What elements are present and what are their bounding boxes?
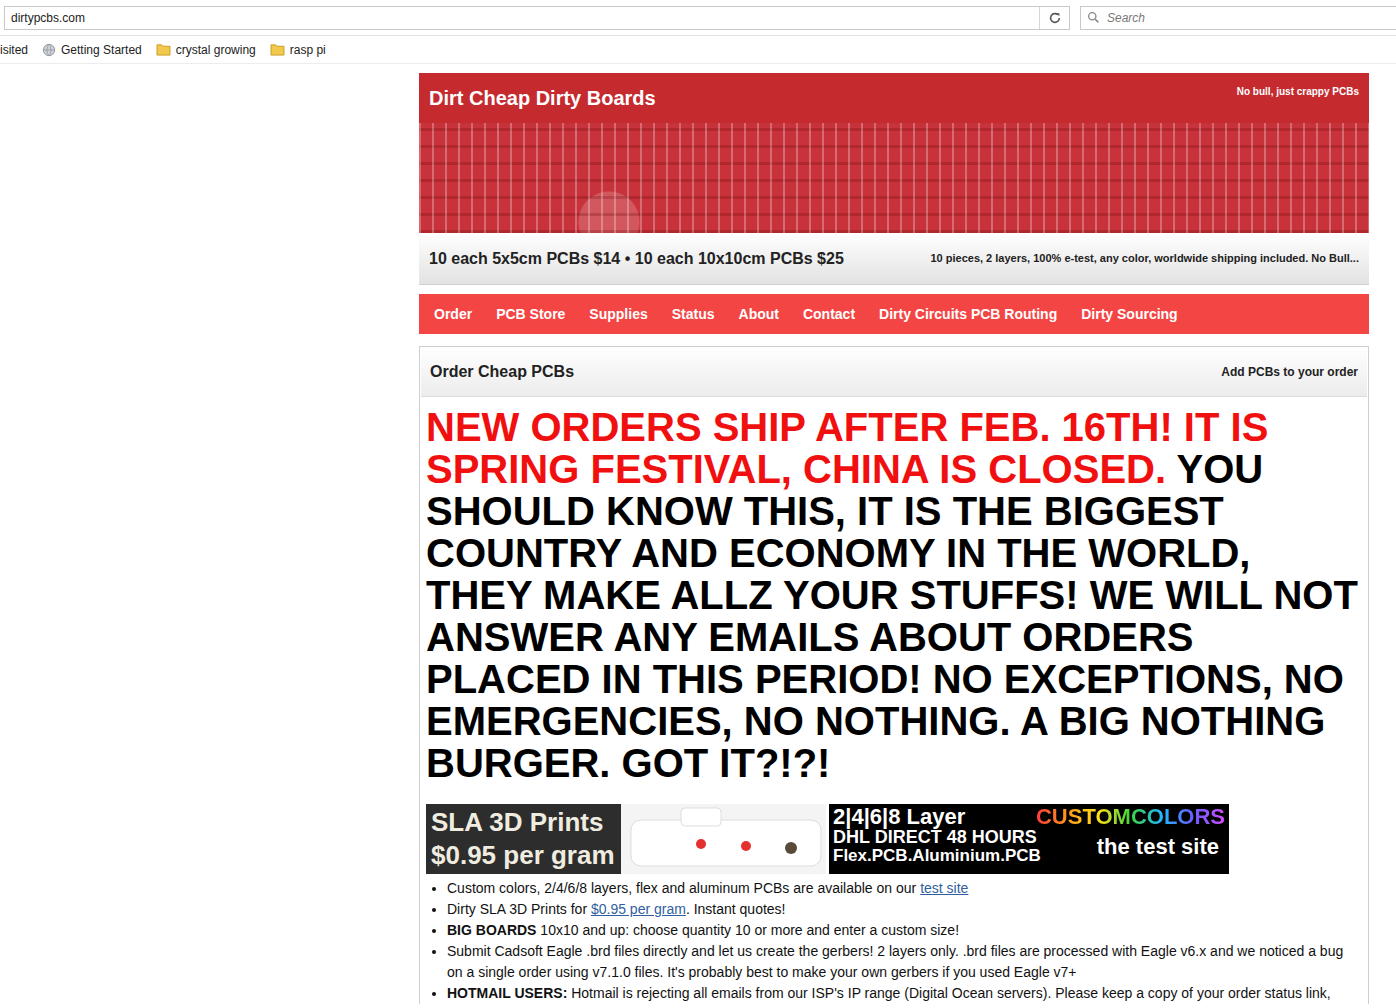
main-nav: OrderPCB StoreSuppliesStatusAboutContact… bbox=[419, 294, 1369, 334]
layers-ad-banner[interactable]: 2|4|6|8 Layer CUSTOMCOLORSDHL DIRECT 48 H… bbox=[829, 804, 1229, 874]
info-text: 10x10 and up: choose quantity 10 or more… bbox=[536, 922, 959, 938]
notice-part: NEW ORDERS SHIP AFTER FEB. 16TH! IT IS S… bbox=[426, 405, 1268, 491]
closure-notice: NEW ORDERS SHIP AFTER FEB. 16TH! IT IS S… bbox=[426, 406, 1362, 784]
info-item: Submit Cadsoft Eagle .brd files directly… bbox=[447, 941, 1362, 983]
info-text: . Instant quotes! bbox=[686, 901, 786, 917]
globe-icon bbox=[42, 43, 56, 57]
address-text[interactable]: dirtypcbs.com bbox=[5, 9, 1039, 27]
info-link[interactable]: test site bbox=[920, 880, 968, 896]
nav-link[interactable]: Order bbox=[422, 304, 484, 325]
ad-line[interactable]: $0.95 per gram bbox=[431, 839, 615, 872]
sla-print-image bbox=[621, 804, 826, 874]
panel-header: Order Cheap PCBs Add PCBs to your order bbox=[421, 347, 1367, 397]
bookmark-item[interactable]: Getting Started bbox=[42, 41, 142, 59]
search-input[interactable] bbox=[1105, 8, 1396, 28]
site-title[interactable]: Dirt Cheap Dirty Boards bbox=[429, 83, 656, 113]
nav-link[interactable]: Supplies bbox=[577, 304, 659, 325]
ad-line[interactable]: SLA 3D Prints bbox=[431, 806, 615, 839]
sla-ad-banner[interactable]: SLA 3D Prints$0.95 per gram bbox=[426, 804, 826, 874]
site-header: Dirt Cheap Dirty Boards No bull, just cra… bbox=[419, 73, 1369, 123]
folder-icon bbox=[156, 43, 171, 56]
info-text: Submit Cadsoft Eagle .brd files directly… bbox=[447, 943, 1343, 980]
ad-line[interactable]: CUSTOMCOLORS bbox=[1036, 805, 1225, 828]
browser-toolbar: dirtypcbs.com bbox=[0, 0, 1396, 36]
bookmark-item[interactable]: rasp pi bbox=[270, 41, 326, 59]
search-box[interactable] bbox=[1080, 6, 1396, 30]
info-text: Hotmail is rejecting all emails from our… bbox=[567, 985, 1330, 1001]
bookmark-label[interactable]: Getting Started bbox=[61, 41, 142, 59]
pcb-banner-image bbox=[419, 123, 1369, 233]
info-link[interactable]: $0.95 per gram bbox=[591, 901, 686, 917]
bookmark-item[interactable]: isited bbox=[0, 41, 28, 59]
bookmark-label[interactable]: rasp pi bbox=[290, 41, 326, 59]
ad-line[interactable]: DHL DIRECT 48 HOURS bbox=[833, 828, 1041, 847]
site-tagline: No bull, just crappy PCBs bbox=[1237, 73, 1359, 99]
nav-link[interactable]: Dirty Sourcing bbox=[1069, 304, 1189, 325]
add-pcbs-link[interactable]: Add PCBs to your order bbox=[1221, 363, 1358, 381]
offer-details: 10 pieces, 2 layers, 100% e-test, any co… bbox=[930, 250, 1359, 267]
ad-line[interactable]: 2|4|6|8 Layer bbox=[833, 805, 965, 828]
offer-strip: 10 each 5x5cm PCBs $14 • 10 each 10x10cm… bbox=[419, 233, 1369, 285]
order-panel: Order Cheap PCBs Add PCBs to your order NE… bbox=[419, 346, 1369, 1004]
bookmark-item[interactable]: crystal growing bbox=[156, 41, 256, 59]
bookmark-label[interactable]: crystal growing bbox=[176, 41, 256, 59]
info-text: Dirty SLA 3D Prints for bbox=[447, 901, 591, 917]
info-item: BIG BOARDS 10x10 and up: choose quantity… bbox=[447, 920, 1362, 941]
reload-button[interactable] bbox=[1039, 7, 1069, 29]
ad-banners: SLA 3D Prints$0.95 per gram 2|4|6|8 Layer… bbox=[426, 804, 1362, 874]
nav-link[interactable]: Contact bbox=[791, 304, 867, 325]
address-bar[interactable]: dirtypcbs.com bbox=[4, 6, 1070, 30]
info-item: HOTMAIL USERS: Hotmail is rejecting all … bbox=[447, 983, 1362, 1004]
page-column: Dirt Cheap Dirty Boards No bull, just cra… bbox=[419, 64, 1369, 1004]
ad-left: DHL DIRECT 48 HOURSFlex.PCB.Aluminium.PC… bbox=[833, 828, 1041, 865]
notice-part: YOU SHOULD KNOW THIS, IT IS THE BIGGEST … bbox=[426, 447, 1358, 785]
info-text: Custom colors, 2/4/6/8 layers, flex and … bbox=[447, 880, 920, 896]
ad-line[interactable]: the test site bbox=[1097, 835, 1225, 858]
info-bold: BIG BOARDS bbox=[447, 922, 536, 938]
nav-link[interactable]: About bbox=[727, 304, 791, 325]
folder-icon bbox=[270, 43, 285, 56]
magnifier-icon bbox=[1087, 11, 1100, 24]
reload-icon bbox=[1048, 11, 1062, 25]
info-list: Custom colors, 2/4/6/8 layers, flex and … bbox=[426, 878, 1362, 1004]
ad-line[interactable]: Flex.PCB.Aluminium.PCB bbox=[833, 847, 1041, 865]
nav-link[interactable]: PCB Store bbox=[484, 304, 577, 325]
sla-ad-text[interactable]: SLA 3D Prints$0.95 per gram bbox=[426, 806, 615, 872]
panel-title: Order Cheap PCBs bbox=[430, 360, 574, 384]
offer-text: 10 each 5x5cm PCBs $14 • 10 each 10x10cm… bbox=[429, 247, 844, 271]
info-bold: HOTMAIL USERS: bbox=[447, 985, 567, 1001]
ad-row: 2|4|6|8 Layer CUSTOMCOLORS bbox=[833, 805, 1225, 828]
bookmark-label[interactable]: isited bbox=[0, 41, 28, 59]
nav-link[interactable]: Status bbox=[660, 304, 727, 325]
nav-link[interactable]: Dirty Circuits PCB Routing bbox=[867, 304, 1069, 325]
info-item: Custom colors, 2/4/6/8 layers, flex and … bbox=[447, 878, 1362, 899]
ad-row: DHL DIRECT 48 HOURSFlex.PCB.Aluminium.PC… bbox=[833, 828, 1225, 865]
bookmarks-bar: isited Getting Started crystal growing rasp… bbox=[0, 36, 1396, 64]
info-item: Dirty SLA 3D Prints for $0.95 per gram. … bbox=[447, 899, 1362, 920]
